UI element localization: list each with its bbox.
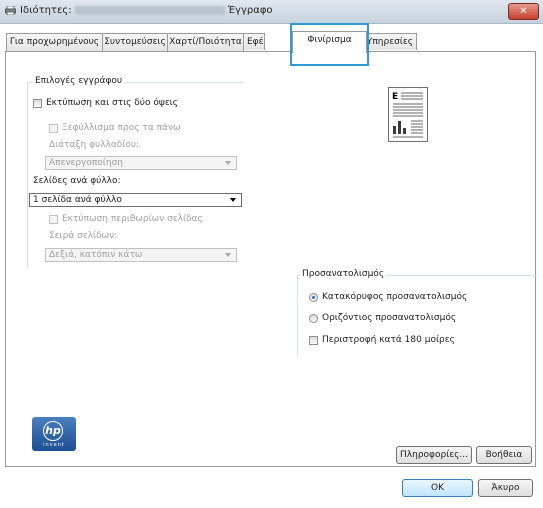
chevron-down-icon bbox=[225, 161, 231, 165]
close-button[interactable]: ✕ bbox=[508, 3, 539, 20]
tab-effects[interactable]: Εφέ bbox=[243, 33, 265, 50]
duplex-checkbox[interactable] bbox=[33, 99, 42, 108]
landscape-label: Οριζόντιος προσανατολισμός bbox=[322, 313, 457, 323]
booklet-layout-label: Διάταξη φυλλαδίου: bbox=[49, 140, 140, 150]
hp-logo-tagline: invent bbox=[43, 442, 65, 448]
help-button[interactable]: Βοήθεια bbox=[476, 446, 532, 464]
ok-button[interactable]: OK bbox=[402, 479, 473, 497]
redacted-printer-name bbox=[74, 5, 225, 15]
page-order-label: Σειρά σελίδων: bbox=[49, 231, 118, 241]
printer-icon bbox=[5, 6, 16, 15]
booklet-layout-select[interactable]: Απενεργοποίηση bbox=[45, 156, 237, 170]
page-order-select[interactable]: Δεξιά, κατόπιν κάτω bbox=[45, 248, 237, 262]
duplex-label: Εκτύπωση και στις δύο όψεις bbox=[46, 98, 179, 108]
print-page-borders-checkbox[interactable] bbox=[49, 215, 58, 224]
pages-per-sheet-label: Σελίδες ανά φύλλο: bbox=[33, 176, 121, 186]
hp-logo-text: hp bbox=[43, 421, 63, 441]
portrait-label: Κατακόρυφος προσανατολισμός bbox=[322, 292, 468, 302]
tab-highlight-callout bbox=[290, 23, 369, 66]
document-options-label: Επιλογές εγγράφου bbox=[33, 76, 125, 86]
page-order-value: Δεξιά, κατόπιν κάτω bbox=[49, 250, 143, 260]
hp-logo: hp invent bbox=[32, 417, 76, 451]
orientation-label: Προσανατολισμός bbox=[300, 269, 387, 279]
tab-paper-quality[interactable]: Χαρτί/Ποιότητα bbox=[167, 33, 244, 51]
landscape-radio[interactable] bbox=[309, 314, 318, 323]
cancel-button[interactable]: Άκυρο bbox=[478, 479, 533, 497]
flip-up-checkbox[interactable] bbox=[49, 124, 58, 133]
chevron-down-icon bbox=[225, 253, 231, 257]
rotate-180-label: Περιστροφή κατά 180 μοίρες bbox=[322, 335, 455, 345]
rotate-180-checkbox[interactable] bbox=[309, 336, 318, 345]
window-title-suffix: Έγγραφο bbox=[227, 5, 273, 16]
window-title: Ιδιότητες: Έγγραφο bbox=[20, 5, 273, 16]
chevron-down-icon bbox=[230, 198, 236, 202]
page-preview-icon: E bbox=[388, 87, 428, 142]
window-title-prefix: Ιδιότητες: bbox=[20, 5, 72, 16]
pages-per-sheet-select[interactable]: 1 σελίδα ανά φύλλο bbox=[29, 193, 242, 207]
tab-shortcuts[interactable]: Συντομεύσεις bbox=[102, 33, 168, 51]
booklet-layout-value: Απενεργοποίηση bbox=[49, 158, 123, 168]
radio-selected-dot bbox=[312, 296, 315, 299]
print-page-borders-label: Εκτύπωση περιθωρίων σελίδας bbox=[62, 214, 203, 224]
flip-up-label: Ξεφύλλισμα προς τα πάνω bbox=[62, 123, 181, 133]
preview-letter: E bbox=[392, 92, 398, 102]
pages-per-sheet-value: 1 σελίδα ανά φύλλο bbox=[33, 195, 122, 205]
tab-advanced[interactable]: Για προχωρημένους bbox=[6, 33, 103, 51]
portrait-radio[interactable] bbox=[309, 293, 318, 302]
about-button[interactable]: Πληροφορίες... bbox=[396, 446, 472, 464]
